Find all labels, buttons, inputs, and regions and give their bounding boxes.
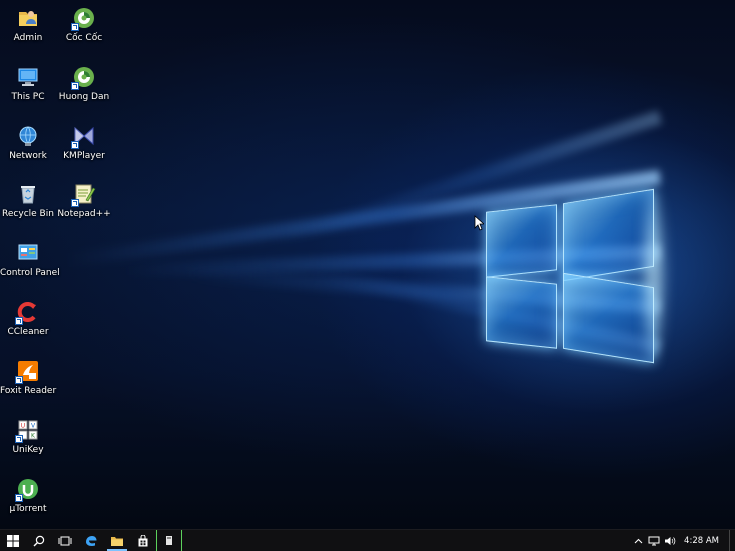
taskbar-running-app-button[interactable] — [156, 530, 182, 551]
foxit-reader-icon — [15, 359, 40, 384]
desktop-wallpaper[interactable]: Admin This PC Network Recycle Bin Contro… — [0, 0, 735, 529]
folder-icon — [111, 536, 123, 546]
recycle-bin-icon — [16, 182, 40, 206]
desktop-icon-ccleaner[interactable]: CCleaner — [0, 300, 56, 338]
desktop-icon-huong-dan[interactable]: Huong Dan — [56, 65, 112, 103]
windows-logo-icon — [7, 534, 19, 547]
desktop-icon-label: Admin — [13, 33, 43, 43]
shortcut-arrow-icon — [71, 82, 79, 90]
system-tray: 4:28 AM — [630, 530, 735, 551]
windows-logo-pane-bottom-left — [486, 276, 557, 349]
desktop-icon-utorrent[interactable]: µTorrent — [0, 477, 56, 515]
edge-browser-icon — [86, 535, 97, 546]
search-button[interactable] — [26, 530, 52, 551]
taskbar-edge-button[interactable] — [78, 530, 104, 551]
coccoc-browser-icon — [71, 6, 96, 31]
desktop-icon-notepadpp[interactable]: Notepad++ — [56, 182, 112, 220]
task-view-button[interactable] — [52, 530, 78, 551]
shortcut-arrow-icon — [15, 494, 23, 502]
task-view-icon — [58, 536, 72, 545]
shortcut-arrow-icon — [71, 23, 79, 31]
app-window-icon — [166, 535, 172, 545]
desktop-icon-label: Huong Dan — [58, 92, 110, 102]
shortcut-arrow-icon — [71, 199, 79, 207]
show-hidden-icons-button[interactable] — [630, 530, 646, 551]
desktop-icon-control-panel[interactable]: Control Panel — [0, 241, 60, 279]
desktop-icon-label: Notepad++ — [57, 209, 111, 219]
desktop-icon-this-pc[interactable]: This PC — [0, 65, 56, 103]
speaker-icon — [665, 536, 676, 545]
desktop-icon-label: CCleaner — [7, 327, 49, 337]
logo-glow — [640, 180, 668, 370]
show-desktop-button[interactable] — [729, 530, 735, 551]
start-button[interactable] — [0, 530, 26, 551]
network-status-button[interactable] — [646, 530, 662, 551]
desktop-icon-label: Network — [9, 151, 47, 161]
user-folder-icon — [16, 6, 40, 30]
desktop-icon-label: Cốc Cốc — [65, 33, 103, 43]
kmplayer-icon — [71, 124, 96, 149]
coccoc-browser-icon — [71, 65, 96, 90]
desktop-icon-kmplayer[interactable]: KMPlayer — [56, 124, 112, 162]
desktop-icon-recycle-bin[interactable]: Recycle Bin — [0, 182, 56, 220]
volume-button[interactable] — [662, 530, 678, 551]
desktop-icon-unikey[interactable]: U V K UniKey — [0, 418, 56, 456]
desktop-icon-network[interactable]: Network — [0, 124, 56, 162]
computer-icon — [16, 65, 40, 89]
shortcut-arrow-icon — [15, 376, 23, 384]
network-globe-icon — [16, 124, 40, 148]
control-panel-icon — [16, 241, 40, 265]
desktop-icon-label: µTorrent — [9, 504, 47, 514]
unikey-icon: U V K — [15, 418, 40, 443]
network-monitor-icon — [648, 536, 660, 545]
chevron-up-icon — [634, 538, 642, 543]
desktop-icon-label: Control Panel — [0, 268, 60, 278]
notepadpp-icon — [71, 182, 96, 207]
svg-text:U: U — [21, 423, 25, 430]
desktop-icon-label: This PC — [11, 92, 45, 102]
shortcut-arrow-icon — [15, 317, 23, 325]
mouse-cursor-icon — [474, 215, 484, 231]
taskbar: 4:28 AM — [0, 529, 735, 551]
taskbar-clock[interactable]: 4:28 AM — [678, 536, 729, 546]
taskbar-file-explorer-button[interactable] — [104, 530, 130, 551]
utorrent-icon — [15, 477, 40, 502]
windows-logo-pane-top-left — [486, 204, 557, 278]
desktop-icon-foxit-reader[interactable]: Foxit Reader — [0, 359, 56, 397]
desktop-icon-coc-coc[interactable]: Cốc Cốc — [56, 6, 112, 44]
shortcut-arrow-icon — [71, 141, 79, 149]
desktop-icon-label: Recycle Bin — [2, 209, 54, 219]
desktop-icon-admin[interactable]: Admin — [0, 6, 56, 44]
store-bag-icon — [138, 534, 148, 546]
search-icon — [33, 535, 45, 546]
desktop-icon-label: UniKey — [12, 445, 44, 455]
taskbar-store-button[interactable] — [130, 530, 156, 551]
desktop-icon-label: Foxit Reader — [0, 386, 57, 396]
desktop-icon-label: KMPlayer — [63, 151, 105, 161]
ccleaner-icon — [15, 300, 40, 325]
shortcut-arrow-icon — [15, 435, 23, 443]
